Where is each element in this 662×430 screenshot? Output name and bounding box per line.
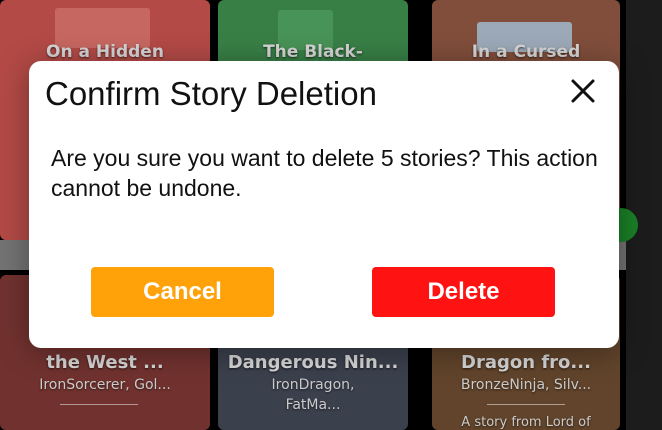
dialog-message: Are you sure you want to delete 5 storie… — [51, 145, 598, 201]
dialog-title: Confirm Story Deletion — [45, 75, 377, 112]
delete-button[interactable]: Delete — [372, 267, 555, 317]
cancel-button[interactable]: Cancel — [91, 267, 274, 317]
confirm-delete-dialog: Confirm Story Deletion Are you sure you … — [29, 61, 619, 348]
close-button[interactable] — [567, 75, 599, 107]
close-icon — [571, 79, 595, 103]
